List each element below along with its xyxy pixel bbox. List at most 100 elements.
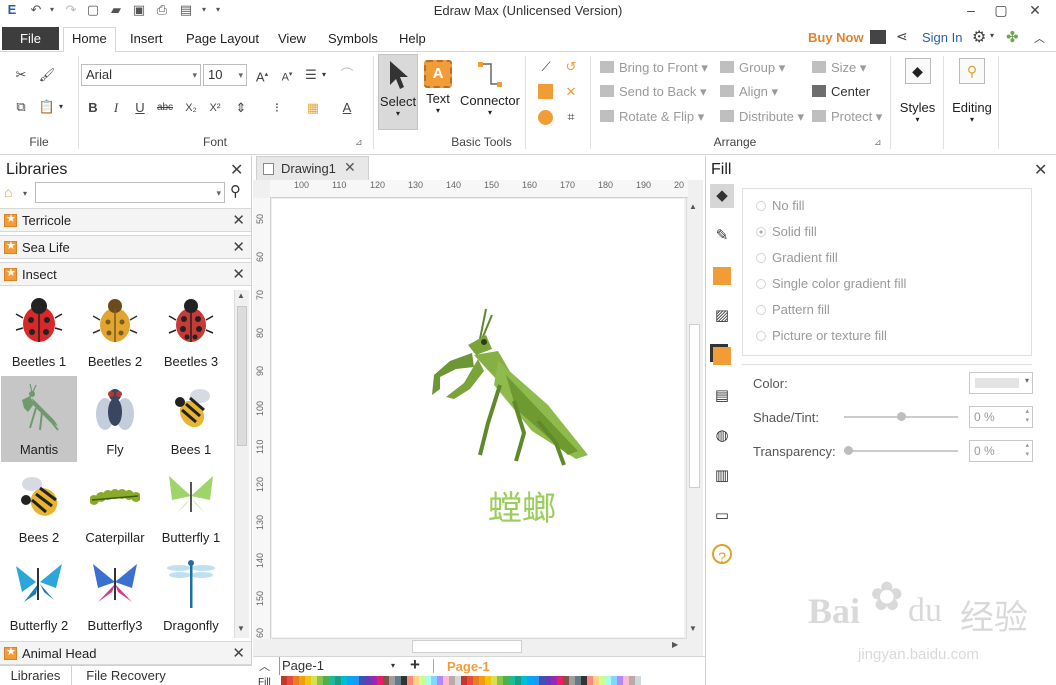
font-color-icon[interactable]: A [336,97,358,119]
radio-gradient-fill[interactable]: Gradient fill [756,248,838,268]
page-select[interactable]: Page-1 ▾ [279,657,399,675]
close-category-icon[interactable]: ✕ [232,644,245,662]
arrange-dialog-launcher-icon[interactable]: ⊿ [874,137,882,148]
shape-mantis[interactable]: Mantis [1,376,77,462]
sign-in-link[interactable]: Sign In [922,30,962,45]
line-tool-icon[interactable]: ✎ [710,224,734,248]
shape-caterpillar[interactable]: Caterpillar [77,464,153,550]
buy-now-link[interactable]: Buy Now [808,30,864,45]
tab-home[interactable]: Home [63,27,116,52]
strikethrough-icon[interactable]: abc [154,97,176,119]
mantis-caption[interactable]: 螳螂 [472,481,572,530]
rectangle-icon[interactable] [538,84,553,99]
close-category-icon[interactable]: ✕ [232,265,245,283]
grow-font-icon[interactable]: A▴ [251,64,273,86]
line-icon[interactable]: ⟋ [535,56,557,78]
shade-slider-thumb[interactable] [897,412,906,421]
distribute-button[interactable]: Distribute ▾ [720,107,804,127]
text-align-icon[interactable]: ☰ [300,64,322,86]
home-dropdown-icon[interactable]: ▾ [23,189,27,198]
search-icon[interactable]: ⚲ [230,182,241,200]
ellipse-icon[interactable] [538,110,553,125]
share-icon[interactable]: ⋖ [896,28,908,45]
tab-help[interactable]: Help [391,28,434,52]
bullets-icon[interactable]: ⁝ [266,97,288,119]
align-dropdown-icon[interactable]: ▾ [322,70,326,79]
italic-icon[interactable]: I [105,97,127,119]
canvas-horizontal-scrollbar[interactable]: ▶ [272,638,686,654]
size-button[interactable]: Size ▾ [812,58,866,78]
image-icon[interactable]: ▨ [710,304,734,328]
globe-icon[interactable]: ◍ [710,424,734,448]
font-dialog-launcher-icon[interactable]: ⊿ [355,137,363,148]
align-button[interactable]: Align ▾ [720,82,778,102]
protect-button[interactable]: Protect ▾ [812,107,882,127]
document-tab[interactable]: Drawing1 ✕ [256,156,369,180]
font-name-select[interactable]: Arial ▾ [81,64,201,86]
shape-beetles-1[interactable]: Beetles 1 [1,288,77,374]
shape-butterfly-1[interactable]: Butterfly 1 [153,464,229,550]
close-category-icon[interactable]: ✕ [232,211,245,229]
group-button[interactable]: Group ▾ [720,58,785,78]
library-category-terricole[interactable]: Terricole ✕ [0,208,251,232]
connector-tool-button[interactable]: Connector ▾ [458,54,522,130]
send-to-back-button[interactable]: Send to Back ▾ [600,82,706,102]
tab-file[interactable]: File [2,27,59,50]
layer-icon[interactable] [710,344,734,368]
library-search-input[interactable]: ▾ [35,182,225,203]
library-scroll-thumb[interactable] [237,306,247,446]
radio-solid-fill[interactable]: Solid fill [756,222,817,242]
library-category-animal-head[interactable]: Animal Head ✕ [0,641,251,665]
page-icon[interactable]: ▤ [710,384,734,408]
point-tool-icon[interactable]: ✕ [560,81,582,103]
styles-button[interactable]: ◆ Styles ▾ [895,58,940,138]
close-document-icon[interactable]: ✕ [344,159,356,176]
superscript-icon[interactable]: X² [204,97,226,119]
shape-dragonfly[interactable]: Dragonfly [153,552,229,638]
shape-butterfly-2[interactable]: Butterfly 2 [1,552,77,638]
scroll-up-icon[interactable]: ▲ [689,202,697,211]
shape-bees-1[interactable]: Bees 1 [153,376,229,462]
bring-to-front-button[interactable]: Bring to Front ▾ [600,58,708,78]
app-store-icon[interactable]: ✤ [1006,28,1019,46]
rotate-flip-button[interactable]: Rotate & Flip ▾ [600,107,704,127]
underline-icon[interactable]: U [129,97,151,119]
subscript-icon[interactable]: X₂ [180,97,202,119]
cart-icon[interactable] [870,30,886,44]
canvas-vscroll-thumb[interactable] [689,324,700,488]
tab-symbols[interactable]: Symbols [320,28,386,52]
radio-pattern-fill[interactable]: Pattern fill [756,300,830,320]
scroll-down-icon[interactable]: ▼ [689,624,697,633]
palette-swatch[interactable] [635,676,641,685]
attachment-icon[interactable]: ▥ [710,464,734,488]
tab-libraries[interactable]: Libraries [0,666,72,685]
shadow-icon[interactable] [710,264,734,288]
scroll-right-icon[interactable]: ▶ [672,640,678,649]
transparency-slider-track[interactable] [844,450,958,452]
text-direction-icon[interactable]: ⌒ [336,64,358,86]
radio-single-color-gradient-fill[interactable]: Single color gradient fill [756,274,906,294]
close-fill-panel-icon[interactable]: ✕ [1034,160,1047,180]
color-palette[interactable] [281,676,641,685]
collapse-pagebar-icon[interactable]: ︿ [259,658,270,674]
shape-butterfly3[interactable]: Butterfly3 [77,552,153,638]
fill-tool-icon[interactable]: ◆ [710,184,734,208]
cut-icon[interactable]: ✂ [10,64,32,86]
tab-page-layout[interactable]: Page Layout [178,28,267,52]
close-libraries-icon[interactable]: ✕ [230,160,243,180]
mantis-shape[interactable] [428,305,592,467]
paste-dropdown-icon[interactable]: ▾ [59,102,63,111]
bold-icon[interactable]: B [82,97,104,119]
transparency-slider-thumb[interactable] [844,446,853,455]
highlight-icon[interactable]: ▦ [302,97,324,119]
copy-icon[interactable]: ⧉ [10,96,32,118]
active-page-tab[interactable]: Page-1 [447,659,490,674]
library-category-sea-life[interactable]: Sea Life ✕ [0,235,251,259]
tab-view[interactable]: View [270,28,314,52]
close-category-icon[interactable]: ✕ [232,238,245,256]
home-icon[interactable]: ⌂ [4,184,12,200]
shade-tint-spinner[interactable]: 0 % ▴ ▾ [969,406,1033,428]
scroll-up-icon[interactable]: ▲ [237,291,245,300]
settings-dropdown-icon[interactable]: ▾ [990,31,994,40]
settings-gear-icon[interactable]: ⚙ [972,27,986,47]
